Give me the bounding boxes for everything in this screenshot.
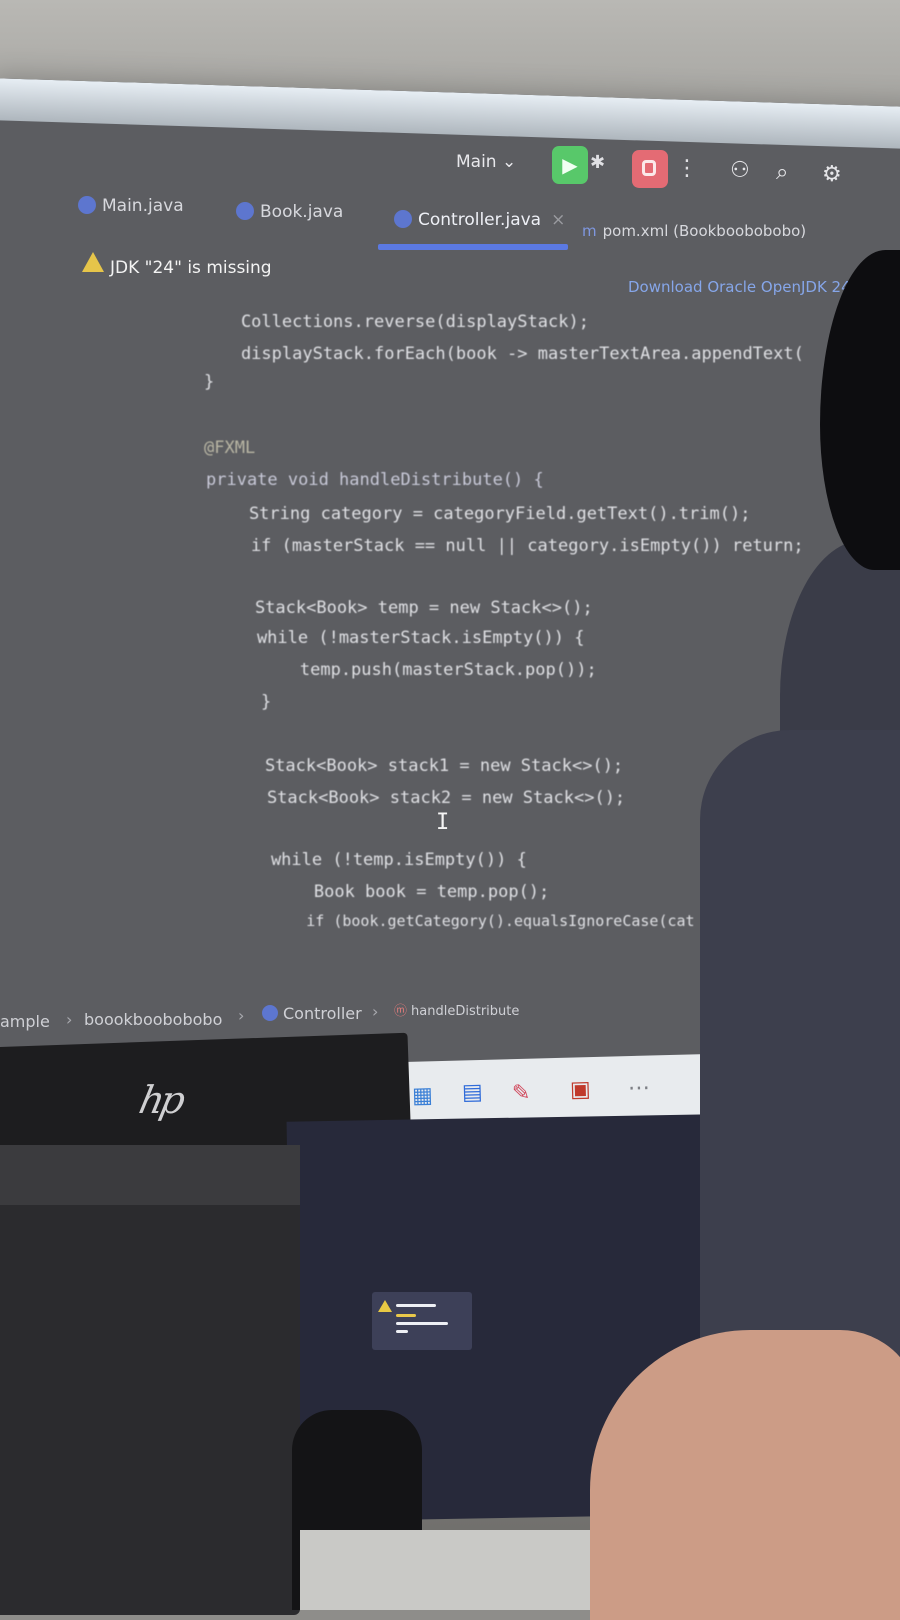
breadcrumb-label: handleDistribute bbox=[411, 1004, 520, 1019]
code-line: if (book.getCategory().equalsIgnoreCase(… bbox=[234, 912, 695, 930]
app-icon[interactable]: ✎ bbox=[512, 1081, 531, 1106]
code-line: Collections.reverse(displayStack); bbox=[200, 312, 589, 332]
code-line: Stack<Book> temp = new Stack<>(); bbox=[214, 598, 593, 618]
chevron-right-icon: › bbox=[372, 1002, 379, 1021]
monitor-notification bbox=[372, 1292, 472, 1350]
code-line: String category = categoryField.getText(… bbox=[208, 504, 751, 524]
breadcrumb-item[interactable]: ⓜ handleDistribute bbox=[394, 1000, 519, 1019]
monitor-bevel bbox=[0, 1145, 300, 1205]
code-line: Book book = temp.pop(); bbox=[232, 882, 550, 902]
more-icon[interactable]: ⋯ bbox=[628, 1076, 651, 1102]
app-icon[interactable]: ▣ bbox=[570, 1077, 591, 1103]
code-line: } bbox=[220, 692, 272, 712]
breadcrumb-item[interactable]: ample bbox=[0, 1012, 50, 1031]
code-line: if (masterStack == null || category.isEm… bbox=[210, 536, 804, 556]
code-line: private void handleDistribute() { bbox=[206, 470, 544, 490]
code-line: } bbox=[204, 372, 215, 392]
method-icon: ⓜ bbox=[394, 1004, 408, 1019]
code-line: temp.push(masterStack.pop()); bbox=[218, 660, 597, 680]
notification-line bbox=[396, 1314, 416, 1317]
code-line: while (!temp.isEmpty()) { bbox=[230, 850, 527, 870]
breadcrumb-item[interactable]: Controller bbox=[262, 1004, 362, 1023]
breadcrumb-item[interactable]: boookboobobobo bbox=[84, 1010, 222, 1029]
front-monitor bbox=[0, 1145, 300, 1615]
code-line: @FXML bbox=[204, 438, 256, 458]
notification-line bbox=[396, 1304, 436, 1307]
breadcrumb-label: Controller bbox=[283, 1004, 362, 1023]
chevron-right-icon: › bbox=[66, 1010, 73, 1029]
code-line: Stack<Book> stack1 = new Stack<>(); bbox=[224, 756, 624, 776]
text-cursor-icon: I bbox=[436, 810, 450, 835]
notepad-icon[interactable]: ▤ bbox=[462, 1080, 483, 1106]
chevron-right-icon: › bbox=[238, 1006, 245, 1025]
notification-line bbox=[396, 1322, 448, 1325]
notification-line bbox=[396, 1330, 408, 1333]
explorer-icon[interactable]: ▦ bbox=[412, 1083, 433, 1109]
warning-icon bbox=[378, 1300, 392, 1312]
class-icon bbox=[262, 1005, 278, 1021]
code-line: displayStack.forEach(book -> masterTextA… bbox=[200, 344, 804, 364]
person-shirt bbox=[700, 730, 900, 1430]
code-line: Stack<Book> stack2 = new Stack<>(); bbox=[226, 788, 626, 808]
code-line: while (!masterStack.isEmpty()) { bbox=[216, 628, 585, 648]
